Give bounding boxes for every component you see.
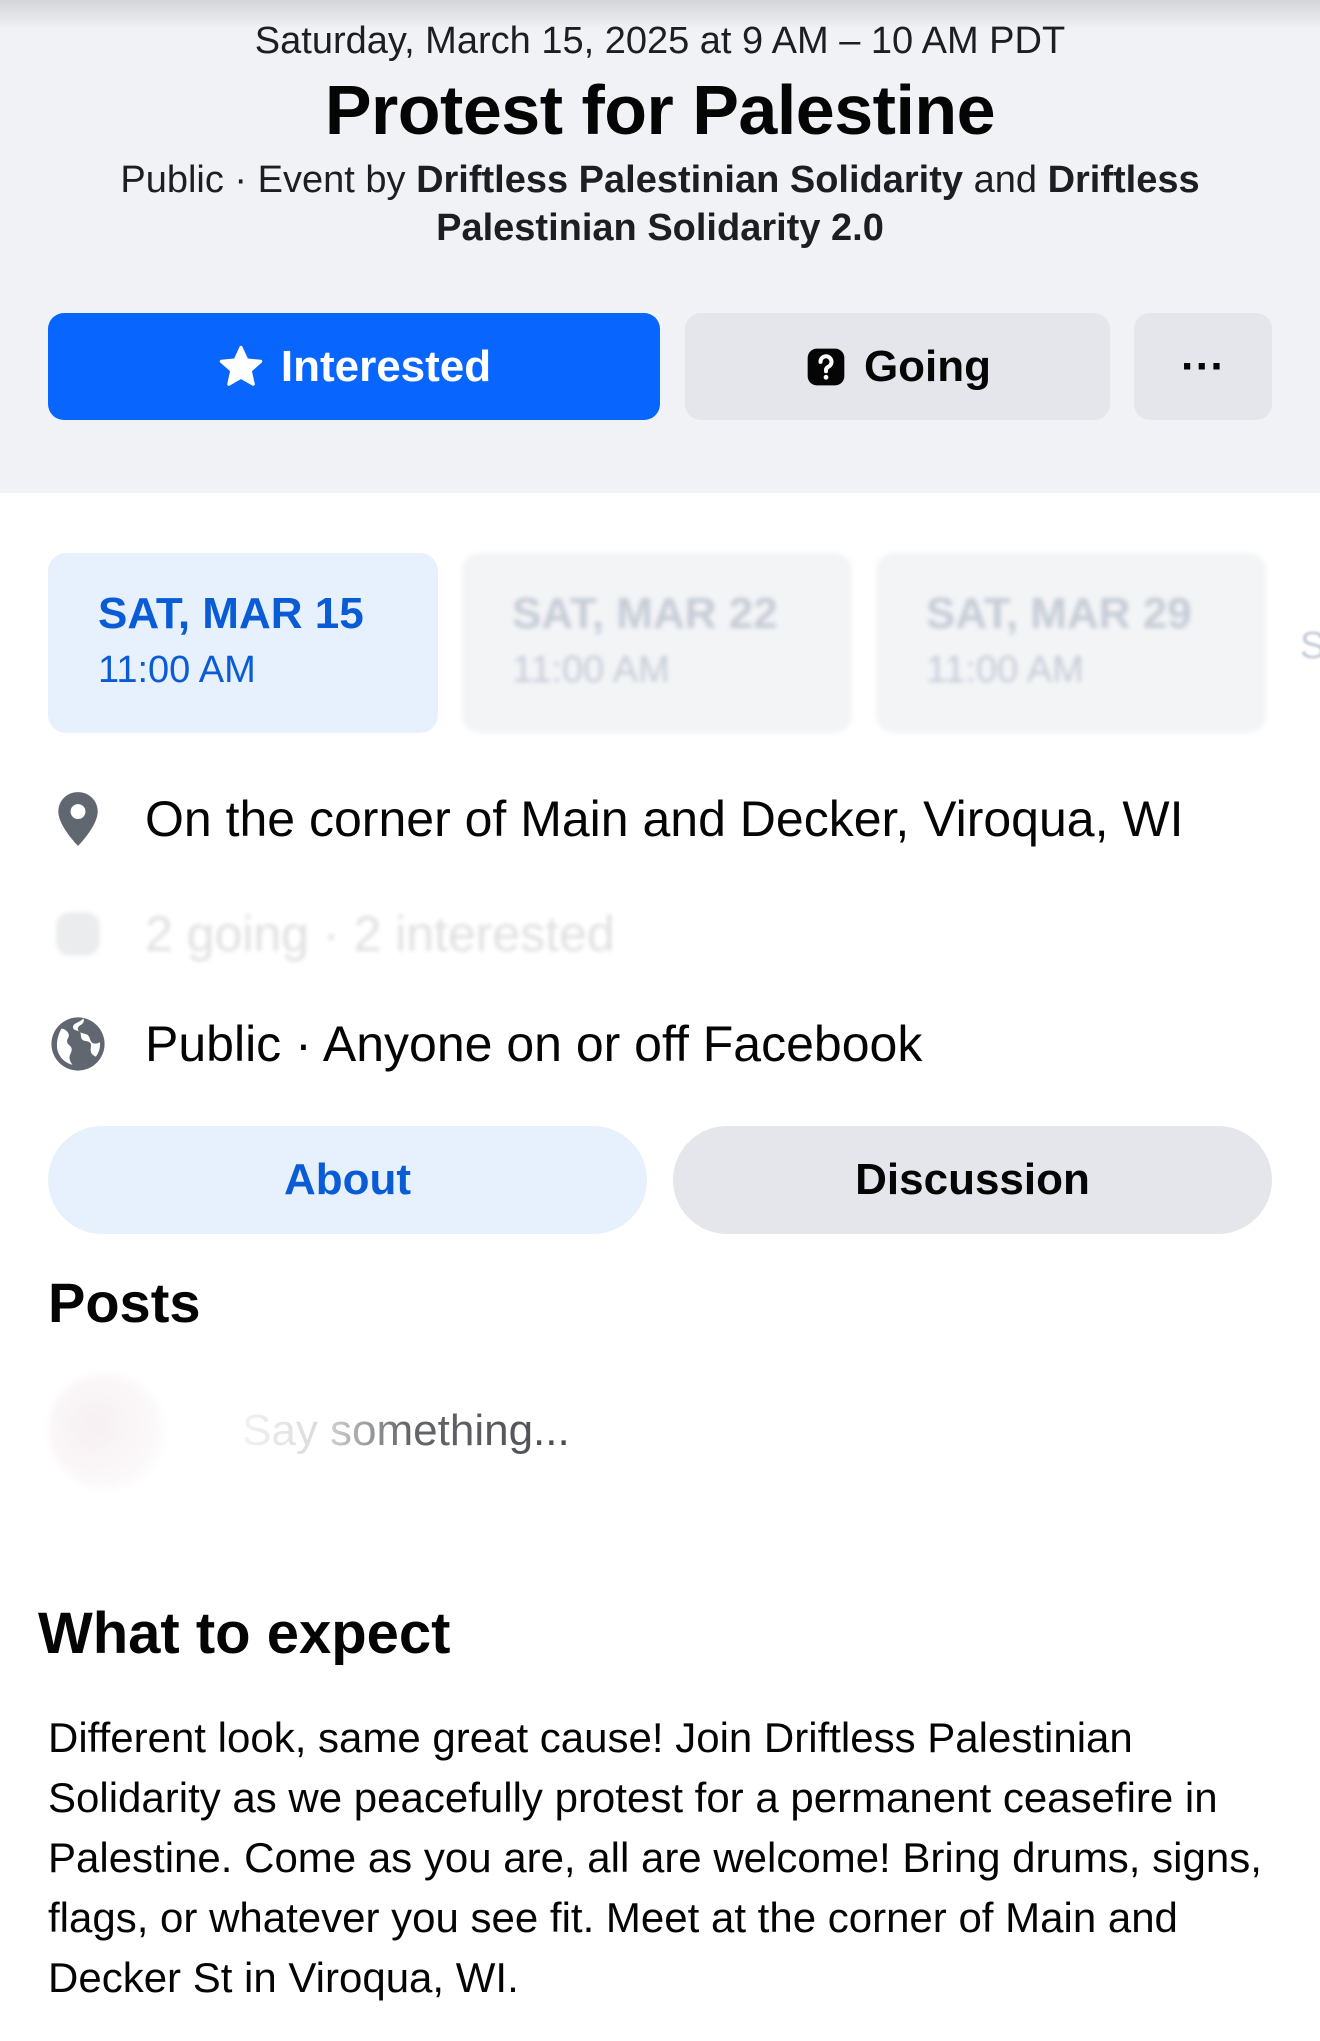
visibility-row: Public · Anyone on or off Facebook	[48, 1015, 922, 1073]
privacy-prefix: Public · Event by	[120, 159, 417, 201]
map-pin-icon	[48, 790, 108, 848]
star-icon	[217, 343, 265, 391]
what-to-expect-heading: What to expect	[38, 1601, 451, 1666]
location-text: On the corner of Main and Decker, Viroqu…	[145, 791, 1184, 847]
date-time: 11:00 AM	[512, 649, 670, 691]
visibility-text: Public · Anyone on or off Facebook	[145, 1016, 923, 1072]
people-icon	[48, 908, 108, 960]
date-time: 11:00 AM	[926, 649, 1084, 691]
date-option-selected[interactable]: SAT, MAR 15 11:00 AM	[48, 553, 438, 733]
date-option[interactable]: SAT, MAR 22 11:00 AM	[462, 553, 852, 733]
event-description: Different look, same great cause! Join D…	[48, 1714, 1262, 2001]
location-row[interactable]: On the corner of Main and Decker, Viroqu…	[48, 790, 1183, 848]
and-word: and	[963, 159, 1048, 201]
going-button[interactable]: Going	[685, 313, 1110, 420]
more-dots-icon: ···	[1181, 341, 1225, 391]
attendance-row[interactable]: 2 going · 2 interested	[48, 905, 615, 963]
date-day: SAT, MAR 29	[926, 589, 1192, 638]
globe-icon	[48, 1015, 108, 1073]
posts-heading: Posts	[48, 1271, 201, 1334]
avatar	[48, 1373, 164, 1489]
tab-discussion[interactable]: Discussion	[673, 1126, 1272, 1234]
event-header: Saturday, March 15, 2025 at 9 AM – 10 AM…	[0, 0, 1320, 493]
event-title: Protest for Palestine	[324, 71, 996, 149]
attendance-text: 2 going · 2 interested	[145, 906, 615, 962]
date-option[interactable]: SAT, MAR 29 11:00 AM	[876, 553, 1266, 733]
more-options-button[interactable]: ···	[1134, 313, 1272, 420]
tab-about[interactable]: About	[48, 1126, 647, 1234]
event-byline: Public · Event by Driftless Palestinian …	[80, 156, 1240, 252]
date-option-peek: S	[1300, 625, 1320, 667]
question-box-icon	[804, 345, 848, 389]
date-day: SAT, MAR 22	[512, 589, 778, 638]
date-time: 11:00 AM	[98, 649, 256, 691]
post-composer[interactable]: Say something...	[48, 1373, 570, 1489]
going-label: Going	[863, 341, 992, 391]
date-day: SAT, MAR 15	[98, 589, 364, 638]
event-datetime: Saturday, March 15, 2025 at 9 AM – 10 AM…	[254, 20, 1066, 62]
host-link-1[interactable]: Driftless Palestinian Solidarity	[416, 159, 963, 201]
interested-button[interactable]: Interested	[48, 313, 660, 420]
say-something-input[interactable]: Say something...	[242, 1406, 570, 1456]
interested-label: Interested	[280, 341, 492, 391]
